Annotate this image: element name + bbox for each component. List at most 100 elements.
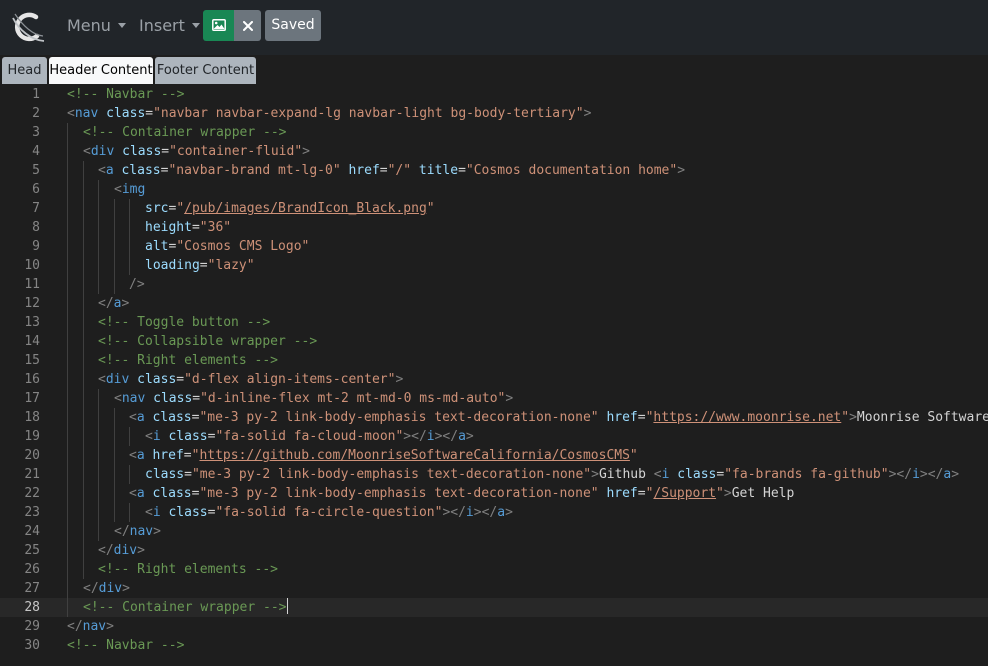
code-line[interactable]: 29 </nav> (0, 617, 988, 636)
code-token: > (591, 467, 599, 482)
indent-guide (129, 427, 130, 446)
code-line[interactable]: 30 <!-- Navbar --> (0, 636, 988, 655)
line-number: 30 (24, 638, 40, 653)
code-token: = (145, 106, 154, 121)
code-line[interactable]: 21 class="me-3 py-2 link-body-emphasis te… (0, 465, 988, 484)
code-line[interactable]: 6 <img (0, 180, 988, 199)
tab-header-content[interactable]: Header Content (49, 57, 153, 84)
indent-guide (98, 180, 99, 199)
code-token: " (426, 201, 435, 216)
code-line[interactable]: 1 <!-- Navbar --> (0, 85, 988, 104)
code-token: i (465, 505, 474, 520)
code-line[interactable]: 19 <i class="fa-solid fa-cloud-moon"></i>… (0, 427, 988, 446)
code-token: < (98, 372, 106, 387)
tab-head[interactable]: Head (2, 57, 47, 84)
code-text: <!-- Container wrapper --> (83, 123, 287, 142)
code-line[interactable]: 11 /> (0, 275, 988, 294)
code-token: "fa-solid fa-circle-question" (215, 505, 443, 520)
code-line[interactable]: 7 src="/pub/images/BrandIcon_Black.png" (0, 199, 988, 218)
line-number: 28 (24, 600, 40, 615)
indent-guide (83, 218, 84, 237)
line-number: 29 (24, 619, 40, 634)
code-token: "fa-brands fa-github" (724, 467, 889, 482)
close-button[interactable] (234, 10, 261, 41)
image-button[interactable] (203, 10, 234, 41)
code-token: > (505, 391, 514, 406)
code-text: </a> (98, 294, 129, 313)
code-token: " (716, 486, 724, 501)
code-token: Get Help (731, 486, 795, 501)
code-line[interactable]: 28 <!-- Container wrapper --> (0, 598, 988, 617)
indent-guide (67, 256, 68, 275)
indent-guide (67, 522, 68, 541)
code-line[interactable]: 13 <!-- Toggle button --> (0, 313, 988, 332)
close-icon (243, 21, 253, 31)
code-line[interactable]: 3 <!-- Container wrapper --> (0, 123, 988, 142)
code-text: <nav class="d-inline-flex mt-2 mt-md-0 m… (114, 389, 513, 408)
code-text: <div class="d-flex align-items-center"> (98, 370, 403, 389)
code-token: " (629, 448, 638, 463)
code-line[interactable]: 25 </div> (0, 541, 988, 560)
code-token: "me-3 py-2 link-body-emphasis text-decor… (199, 410, 599, 425)
indent-guide (114, 503, 115, 522)
code-token: ></ (403, 429, 427, 444)
code-line[interactable]: 16 <div class="d-flex align-items-center"… (0, 370, 988, 389)
code-editor[interactable]: 1 <!-- Navbar --> 2 <nav class="navbar navb… (0, 84, 988, 666)
indent-guide (67, 313, 68, 332)
code-line[interactable]: 26 <!-- Right elements --> (0, 560, 988, 579)
indent-guide (67, 503, 68, 522)
code-text: <a class = "me-3 py-2 link-body-emphasis t… (129, 408, 988, 427)
code-line[interactable]: 27 </div> (0, 579, 988, 598)
indent-guide (67, 389, 68, 408)
code-token: ></ (888, 467, 913, 482)
code-line[interactable]: 10 loading="lazy" (0, 256, 988, 275)
code-token: </ (98, 296, 114, 311)
code-line[interactable]: 4 <div class="container-fluid"> (0, 142, 988, 161)
code-line[interactable]: 17 <nav class="d-inline-flex mt-2 mt-md-0… (0, 389, 988, 408)
code-line[interactable]: 23 <i class="fa-solid fa-circle-question"… (0, 503, 988, 522)
code-text: <!-- Collapsible wrapper --> (98, 332, 317, 351)
code-line[interactable]: 20 <a href= "https://github.com/MoonriseSo… (0, 446, 988, 465)
saved-button[interactable]: Saved (265, 10, 321, 41)
editor-tabs: Head Header Content Footer Content (0, 55, 988, 84)
indent-guide (67, 427, 68, 446)
code-line[interactable]: 24 </nav> (0, 522, 988, 541)
indent-guide (98, 199, 99, 218)
code-token: Moonrise Software (856, 410, 988, 425)
insert-dropdown[interactable]: Insert (139, 14, 200, 38)
code-line[interactable]: 15 <!-- Right elements --> (0, 351, 988, 370)
code-text: </div> (98, 541, 145, 560)
code-token: = (192, 391, 201, 406)
code-token: = (161, 144, 170, 159)
tab-footer-content[interactable]: Footer Content (155, 57, 256, 84)
code-line[interactable]: 2 <nav class="navbar navbar-expand-lg nav… (0, 104, 988, 123)
code-line[interactable]: 18 <a class = "me-3 py-2 link-body-emphasis… (0, 408, 988, 427)
indent-guide (83, 427, 84, 446)
line-number: 16 (24, 372, 40, 387)
indent-guide (83, 465, 84, 484)
indent-guide (67, 598, 68, 617)
indent-guide (83, 180, 84, 199)
indent-guide (67, 560, 68, 579)
code-line[interactable]: 12 </a> (0, 294, 988, 313)
code-line[interactable]: 8 height="36" (0, 218, 988, 237)
code-token: a (105, 163, 114, 178)
line-number: 25 (24, 543, 40, 558)
line-number: 19 (24, 429, 40, 444)
indent-guide (67, 351, 68, 370)
menu-dropdown[interactable]: Menu (67, 14, 126, 38)
code-text: </div> (83, 579, 130, 598)
code-text: height="36" (145, 218, 231, 237)
code-line[interactable]: 14 <!-- Collapsible wrapper --> (0, 332, 988, 351)
line-number: 13 (24, 315, 40, 330)
code-token: > (122, 581, 130, 596)
indent-guide (98, 408, 99, 427)
cosmos-logo-icon[interactable] (9, 8, 47, 46)
code-text: loading="lazy" (145, 256, 255, 275)
code-text: <!-- Toggle button --> (98, 313, 270, 332)
indent-guide (83, 332, 84, 351)
code-line[interactable]: 22 <a class = "me-3 py-2 link-body-emphasis… (0, 484, 988, 503)
code-line[interactable]: 5 <a class="navbar-brand mt-lg-0" href="/… (0, 161, 988, 180)
code-line[interactable]: 9 alt="Cosmos CMS Logo" (0, 237, 988, 256)
